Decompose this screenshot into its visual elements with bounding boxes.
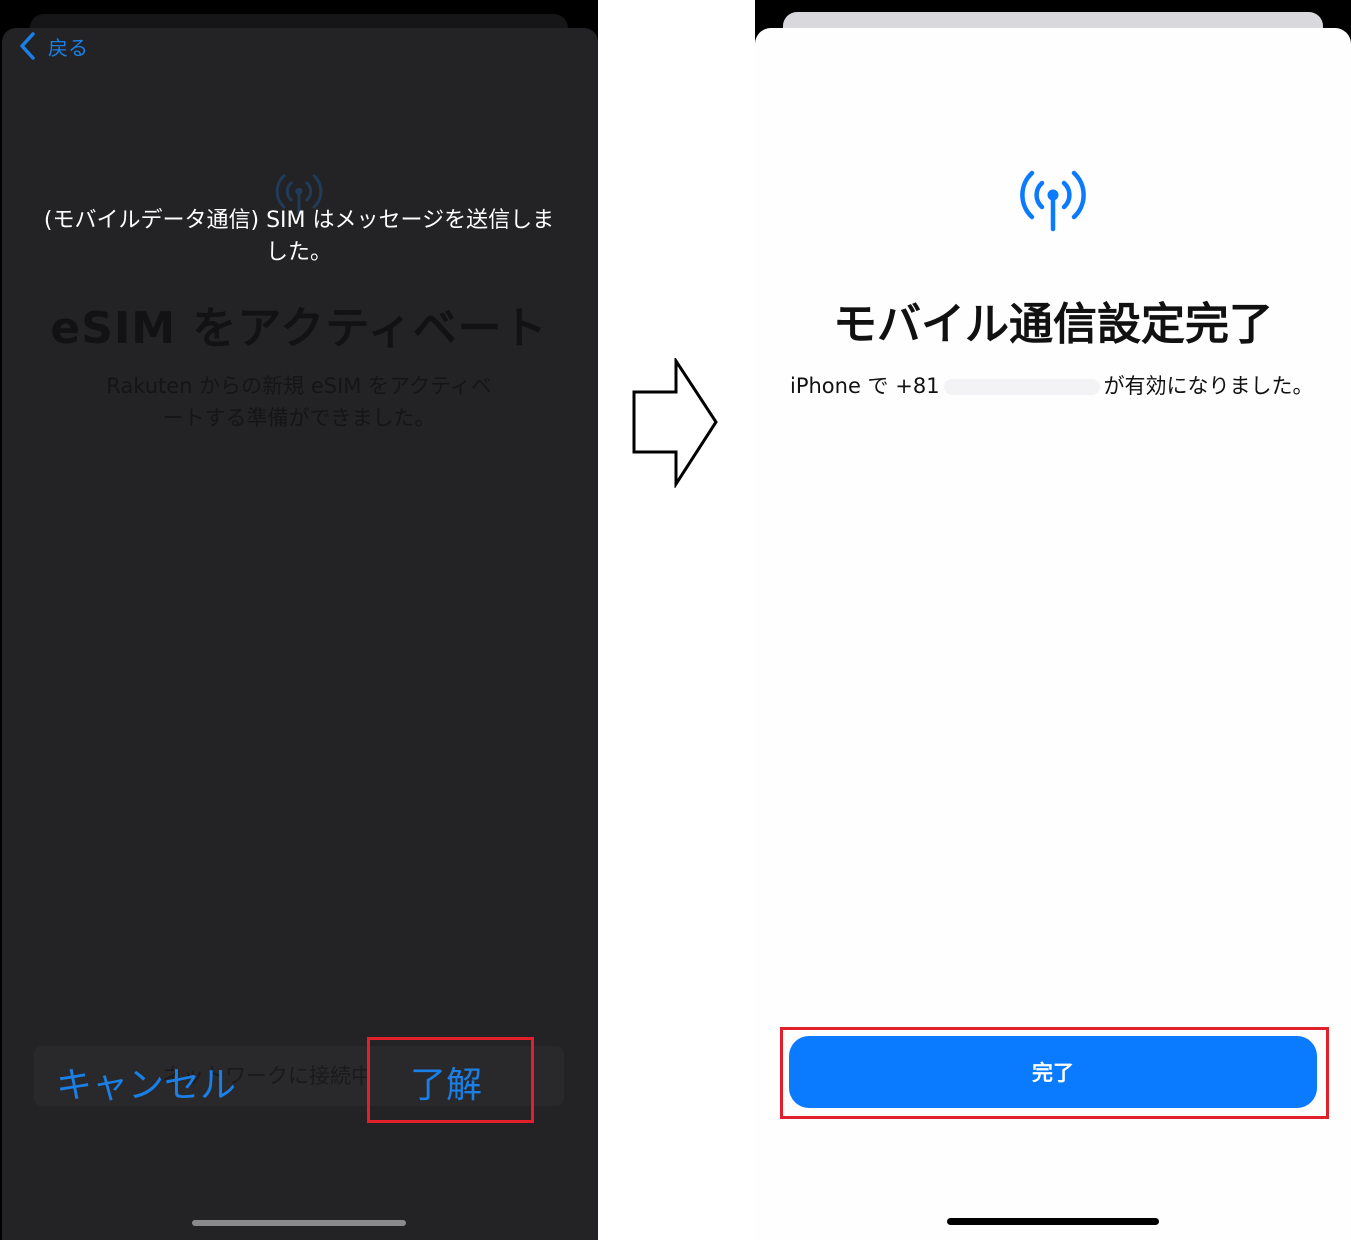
highlight-box <box>367 1037 534 1123</box>
home-indicator <box>947 1218 1159 1225</box>
page-description: Rakuten からの新規 eSIM をアクティベートする準備ができました。 <box>106 374 492 430</box>
right-phone-screen: モバイル通信設定完了 iPhone で +81 が有効になりました。 完了 <box>755 0 1351 1240</box>
cellular-antenna-icon <box>1020 170 1086 232</box>
description-suffix: が有効になりました。 <box>1103 374 1314 398</box>
page-title: モバイル通信設定完了 <box>833 299 1273 350</box>
back-label: 戻る <box>48 35 88 60</box>
cancel-button[interactable]: キャンセル <box>56 1056 236 1108</box>
chevron-left-icon <box>20 32 35 60</box>
home-indicator <box>192 1220 406 1226</box>
description-prefix: iPhone で +81 <box>790 374 940 398</box>
highlight-box <box>780 1027 1329 1119</box>
page-title: eSIM をアクティベート <box>50 303 548 354</box>
page-description: iPhone で +81 が有効になりました。 <box>790 370 1314 400</box>
redacted-phone-number <box>943 379 1100 395</box>
right-arrow-icon <box>632 358 718 488</box>
back-button[interactable]: 戻る <box>18 30 88 62</box>
alert-message: (モバイルデータ通信) SIM はメッセージを送信しました。 <box>43 208 555 265</box>
left-phone-screen: 戻る (モバイルデータ通信) SIM はメッセージを送信しました。 eSIM を… <box>0 0 598 1240</box>
